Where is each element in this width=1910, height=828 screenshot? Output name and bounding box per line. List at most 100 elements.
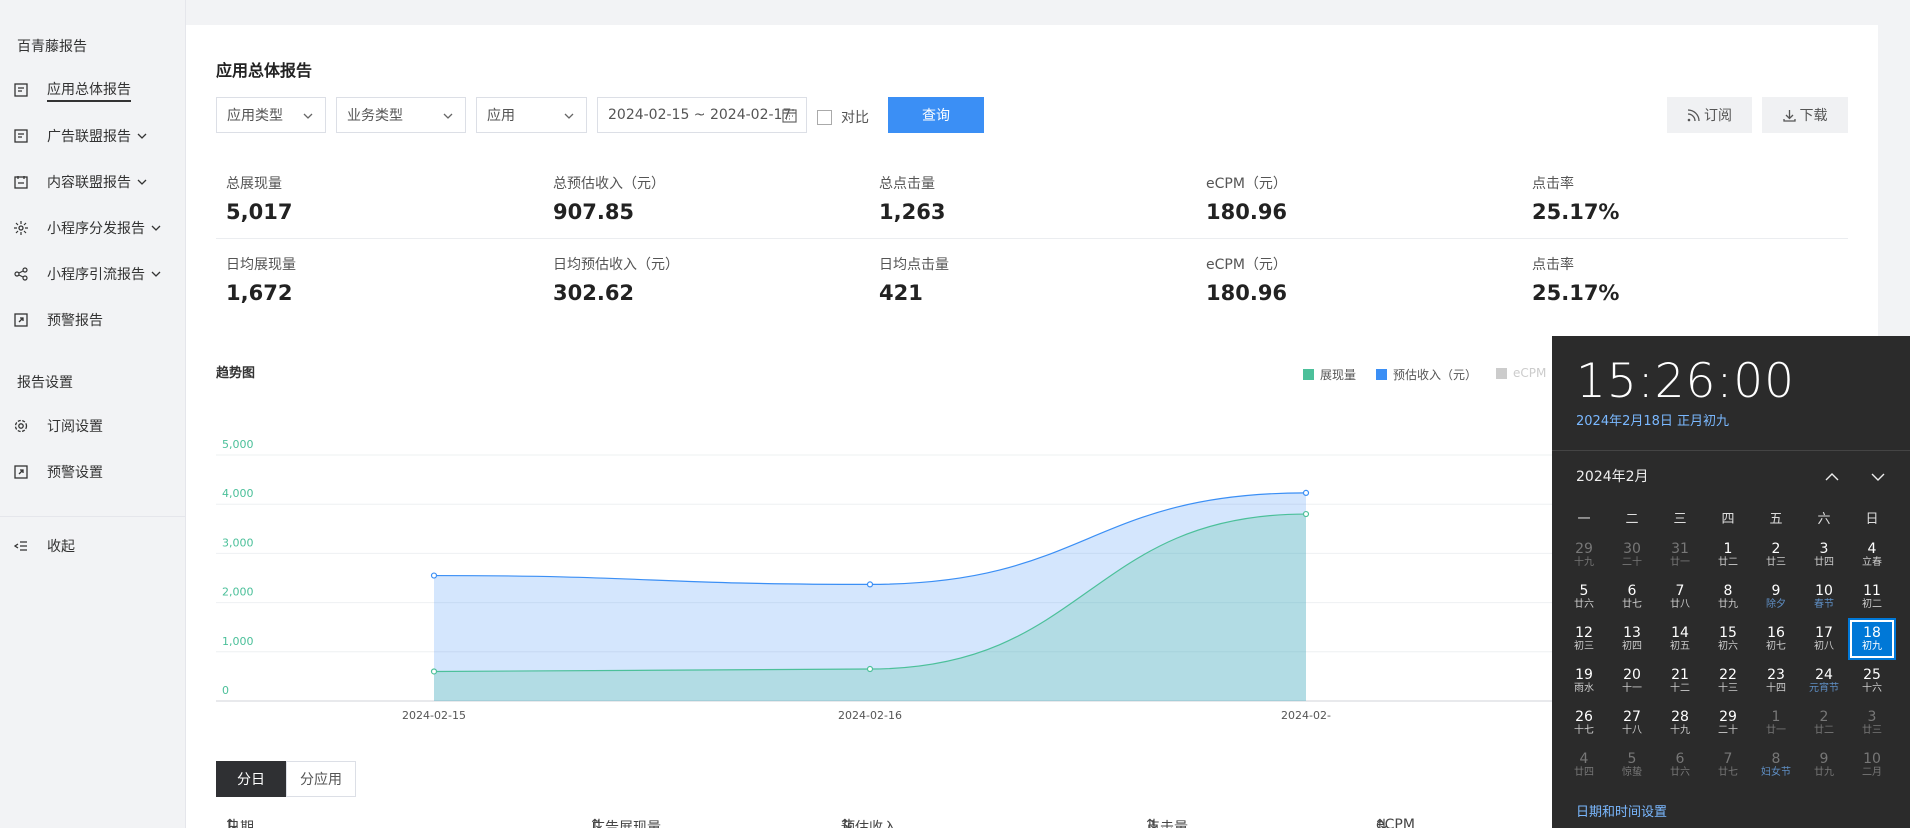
subscribe-button[interactable]: 订阅	[1667, 97, 1752, 133]
download-button[interactable]: 下载	[1762, 97, 1848, 133]
calendar-day[interactable]: 12 初三	[1560, 618, 1608, 660]
y-tick-label: 5,000	[222, 438, 254, 451]
calendar-day[interactable]: 29 十九	[1560, 534, 1608, 576]
calendar-day[interactable]: 6 廿七	[1608, 576, 1656, 618]
chevron-down-icon[interactable]	[1870, 469, 1886, 485]
metric-value: 180.96	[1206, 200, 1288, 224]
app-type-select[interactable]: 应用类型	[216, 97, 326, 133]
tab-by-app[interactable]: 分应用	[286, 761, 356, 797]
calendar-day[interactable]: 5 惊蛰	[1608, 744, 1656, 786]
legend-item-revenue[interactable]: 预估收入（元）	[1376, 366, 1477, 383]
datetime-settings-link[interactable]: 日期和时间设置	[1576, 801, 1667, 820]
calendar-day[interactable]: 4 廿四	[1560, 744, 1608, 786]
calendar-day[interactable]: 25 十六	[1848, 660, 1896, 702]
calendar-day[interactable]: 11 初二	[1848, 576, 1896, 618]
calendar-day[interactable]: 3 廿四	[1800, 534, 1848, 576]
sidebar-item-alert-settings[interactable]: 预警设置	[14, 460, 103, 484]
sidebar-item-ad-union[interactable]: 广告联盟报告	[14, 124, 147, 148]
calendar-day[interactable]: 9 廿九	[1800, 744, 1848, 786]
lunar-label: 十一	[1622, 683, 1642, 694]
calendar-day[interactable]: 7 廿七	[1704, 744, 1752, 786]
sidebar-item-app-overall[interactable]: 应用总体报告	[14, 78, 131, 102]
metric-total-clicks: 总点击量 1,263	[879, 173, 945, 224]
sidebar-item-alert-report[interactable]: 预警报告	[14, 308, 103, 332]
day-number: 2	[1819, 709, 1829, 725]
sidebar-item-label: 广告联盟报告	[47, 129, 131, 145]
sidebar-item-subscribe-settings[interactable]: 订阅设置	[14, 414, 103, 438]
date-range-picker[interactable]: 2024-02-15 ~ 2024-02-17	[597, 97, 807, 133]
calendar-day[interactable]: 30 二十	[1608, 534, 1656, 576]
calendar-day[interactable]: 7 廿八	[1656, 576, 1704, 618]
column-ecpm[interactable]: eCPM ⇅	[1376, 817, 1415, 828]
column-ad-impressions[interactable]: 广告展现量 ⇅	[591, 817, 661, 828]
metric-ecpm: eCPM（元） 180.96	[1206, 173, 1287, 224]
column-date[interactable]: 日期 ⇅	[226, 817, 254, 828]
legend-item-ecpm[interactable]: eCPM	[1496, 366, 1546, 380]
calendar-month-label[interactable]: 2024年2月	[1576, 466, 1649, 486]
compare-checkbox[interactable]: 对比	[817, 107, 869, 127]
lunar-label: 廿三	[1766, 557, 1786, 568]
calendar-day[interactable]: 24 元宵节	[1800, 660, 1848, 702]
column-clicks[interactable]: 点击量 ⇅	[1146, 817, 1188, 828]
chevron-down-icon	[564, 113, 574, 119]
calendar-day[interactable]: 8 妇女节	[1752, 744, 1800, 786]
sidebar-collapse-button[interactable]: 收起	[14, 534, 75, 558]
tab-daily[interactable]: 分日	[216, 761, 286, 797]
calendar-day[interactable]: 14 初五	[1656, 618, 1704, 660]
calendar-day[interactable]: 4 立春	[1848, 534, 1896, 576]
column-revenue[interactable]: 预估收入 ⇅	[841, 817, 897, 828]
lunar-label: 廿四	[1574, 767, 1594, 778]
legend-swatch	[1496, 367, 1507, 379]
biz-type-select[interactable]: 业务类型	[336, 97, 466, 133]
chevron-down-icon	[303, 113, 313, 119]
calendar-day[interactable]: 5 廿六	[1560, 576, 1608, 618]
query-button[interactable]: 查询	[888, 97, 984, 133]
weekday-label: 日	[1865, 512, 1879, 527]
calendar-day[interactable]: 19 雨水	[1560, 660, 1608, 702]
calendar-day[interactable]: 16 初七	[1752, 618, 1800, 660]
calendar-day[interactable]: 29 二十	[1704, 702, 1752, 744]
sidebar-item-miniapp-dist[interactable]: 小程序分发报告	[14, 216, 161, 240]
calendar-day[interactable]: 27 十八	[1608, 702, 1656, 744]
compare-label: 对比	[841, 110, 869, 126]
calendar-day[interactable]: 20 十一	[1608, 660, 1656, 702]
day-number: 1	[1723, 541, 1733, 557]
calendar-day[interactable]: 28 十九	[1656, 702, 1704, 744]
calendar-day[interactable]: 23 十四	[1752, 660, 1800, 702]
lunar-label: 初八	[1814, 641, 1834, 652]
calendar-day[interactable]: 6 廿六	[1656, 744, 1704, 786]
calendar-day[interactable]: 17 初八	[1800, 618, 1848, 660]
calendar-day[interactable]: 13 初四	[1608, 618, 1656, 660]
calendar-day[interactable]: 9 除夕	[1752, 576, 1800, 618]
checkbox-box[interactable]	[817, 109, 832, 125]
calendar-day[interactable]: 10 二月	[1848, 744, 1896, 786]
app-select[interactable]: 应用	[476, 97, 587, 133]
y-tick-label: 1,000	[222, 635, 254, 648]
calendar-day[interactable]: 1 廿一	[1752, 702, 1800, 744]
clock-date[interactable]: 2024年2月18日 正月初九	[1576, 410, 1729, 429]
alert-icon	[14, 465, 28, 479]
data-point	[866, 665, 874, 673]
calendar-day[interactable]: 2 廿三	[1752, 534, 1800, 576]
sidebar-item-miniapp-traffic[interactable]: 小程序引流报告	[14, 262, 161, 286]
calendar-day[interactable]: 31 廿一	[1656, 534, 1704, 576]
sidebar-group-reports: 百青藤报告	[17, 39, 87, 55]
calendar-day[interactable]: 22 十三	[1704, 660, 1752, 702]
calendar-day[interactable]: 15 初六	[1704, 618, 1752, 660]
calendar-day[interactable]: 10 春节	[1800, 576, 1848, 618]
lunar-label: 初三	[1574, 641, 1594, 652]
calendar-day[interactable]: 1 廿二	[1704, 534, 1752, 576]
calendar-day[interactable]: 8 廿九	[1704, 576, 1752, 618]
calendar-day[interactable]: 26 十七	[1560, 702, 1608, 744]
chevron-up-icon[interactable]	[1824, 469, 1840, 485]
calendar-day[interactable]: 21 十二	[1656, 660, 1704, 702]
calendar-day[interactable]: 3 廿三	[1848, 702, 1896, 744]
calendar-day[interactable]: 2 廿二	[1800, 702, 1848, 744]
sidebar-item-content-union[interactable]: 内容联盟报告	[14, 170, 147, 194]
day-number: 22	[1719, 667, 1737, 683]
weekday-label: 四	[1721, 512, 1735, 527]
legend-item-impressions[interactable]: 展现量	[1303, 366, 1356, 383]
metric-daily-revenue: 日均预估收入（元） 302.62	[553, 254, 679, 305]
calendar-day[interactable]: 18 初九	[1848, 618, 1896, 660]
metric-label: 点击率	[1532, 176, 1574, 192]
